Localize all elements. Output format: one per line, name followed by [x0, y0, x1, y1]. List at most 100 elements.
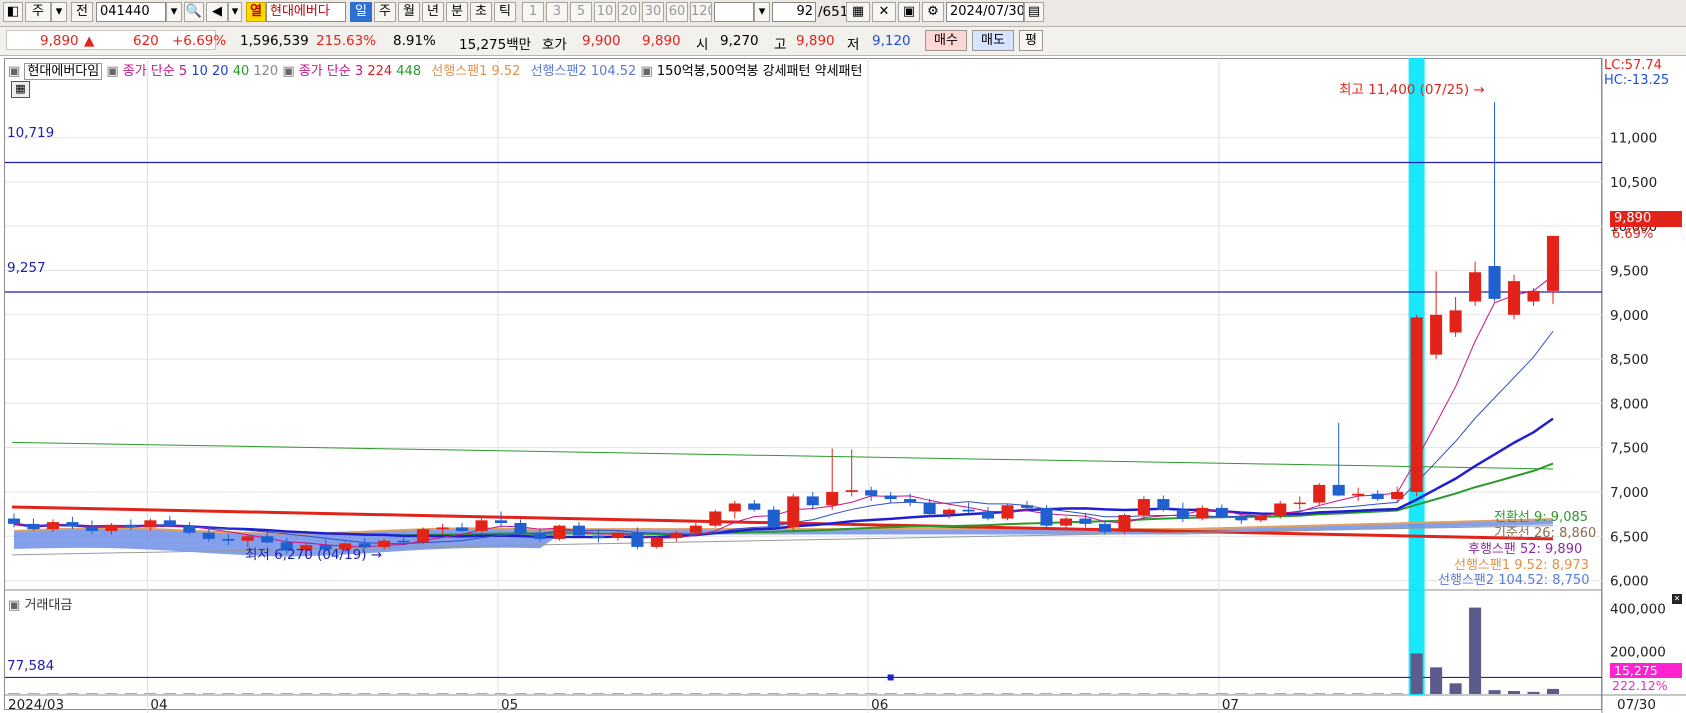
- layout-icon[interactable]: ◧: [3, 2, 23, 22]
- quote-bar: 9,890 ▲ 620 +6.69% 1,596,539 215.63% 8.9…: [0, 27, 1686, 56]
- buy-button[interactable]: 매수: [925, 30, 967, 51]
- legend-span1[interactable]: 선행스팬1 9.52: [431, 64, 520, 79]
- low-annotation: 최저 6,270 (04/19) →: [245, 547, 383, 563]
- last-pct-tag: 6.69%: [1612, 227, 1654, 242]
- stock-code-input[interactable]: 041440: [96, 2, 166, 22]
- interval-1[interactable]: 1: [522, 2, 544, 22]
- interval-3[interactable]: 3: [546, 2, 568, 22]
- price-change-pct: +6.69%: [172, 33, 227, 49]
- volume-tick-label: 400,000: [1610, 602, 1666, 618]
- high-price: 9,890: [796, 33, 835, 49]
- ichimoku-lead2: 선행스팬2 104.52: 8,750: [1438, 573, 1590, 588]
- change-arrow-icon: ▲: [84, 33, 95, 49]
- chart-frame: [4, 58, 1602, 710]
- market-label: 주: [32, 4, 44, 19]
- hot-badge[interactable]: 열: [246, 2, 266, 22]
- grid-table-icon[interactable]: ▦: [11, 81, 30, 98]
- code-dropdown-icon[interactable]: ▾: [166, 2, 182, 22]
- turnover-pct: 8.91%: [393, 33, 436, 49]
- y-tick-label: 11,000: [1610, 131, 1657, 147]
- stock-name-field: 현대에버다: [266, 2, 346, 22]
- legend-pattern[interactable]: 150억봉,500억봉 강세패턴 약세패턴: [657, 64, 863, 79]
- legend-ma1-120: 120: [253, 64, 279, 79]
- search-icon[interactable]: 🔍: [184, 2, 204, 22]
- legend-ma1-40: 40: [232, 64, 250, 79]
- period-tick[interactable]: 틱: [494, 2, 516, 22]
- period-year[interactable]: 년: [422, 2, 444, 22]
- legend-stock-name[interactable]: 현대에버다임: [24, 63, 103, 80]
- hc-label: HC:-13.25: [1604, 73, 1670, 88]
- interval-20[interactable]: 20: [618, 2, 640, 22]
- arrow-right-icon: →: [370, 547, 383, 563]
- sell-button[interactable]: 매도: [972, 30, 1014, 51]
- y-tick-label: 7,500: [1610, 441, 1649, 457]
- interval-60[interactable]: 60: [666, 2, 688, 22]
- low-price: 9,120: [872, 33, 911, 49]
- legend-ma1[interactable]: 종가 단순 5: [123, 64, 187, 79]
- save-icon[interactable]: ▣: [898, 2, 920, 22]
- legend-row: ▣ 현대에버다임 ▣ 종가 단순 5 10 20 40 120 ▣ 종가 단순 …: [8, 60, 863, 80]
- period-second[interactable]: 초: [470, 2, 492, 22]
- ask-label: 호가: [542, 37, 567, 53]
- level-line-label-high: 10,719: [7, 125, 55, 141]
- y-tick-label: 8,000: [1610, 396, 1649, 412]
- legend-ma2-224: 224: [367, 64, 393, 79]
- flat-button[interactable]: 평: [1019, 30, 1043, 51]
- interval-120[interactable]: 120: [690, 2, 712, 22]
- legend-square-icon: ▣: [8, 64, 21, 79]
- chart-toolbar: ◧ 주 ▾ 전 041440 ▾ 🔍 ◀ ▾ 열 현대에버다 일 주 월 년 분…: [0, 0, 1686, 27]
- level-line-label-mid: 9,257: [7, 260, 46, 276]
- count-total: /651: [818, 4, 849, 20]
- market-select[interactable]: 주: [25, 2, 51, 22]
- open-price: 9,270: [720, 33, 759, 49]
- lc-label: LC:57.74: [1604, 58, 1662, 73]
- arrow-right-icon: →: [1473, 82, 1485, 98]
- legend-square-icon: ▣: [106, 64, 119, 79]
- period-day[interactable]: 일: [350, 2, 372, 22]
- last-price-tag: 9,890: [1610, 211, 1682, 227]
- prefix-button[interactable]: 전: [71, 2, 93, 22]
- panel-close-icon[interactable]: ✕: [1672, 594, 1682, 604]
- interval-10[interactable]: 10: [594, 2, 616, 22]
- legend-ma2[interactable]: 종가 단순 3: [299, 64, 363, 79]
- period-week[interactable]: 주: [374, 2, 396, 22]
- speaker-icon[interactable]: ◀: [206, 2, 228, 22]
- legend-span2[interactable]: 선행스팬2 104.52: [531, 64, 637, 79]
- trade-value: 15,275백만: [459, 37, 532, 53]
- ask-price: 9,900: [582, 33, 621, 49]
- settings-icon[interactable]: ⚙: [922, 2, 944, 22]
- candle-style-icon[interactable]: ▦: [846, 2, 870, 22]
- y-tick-label: 6,500: [1610, 529, 1649, 545]
- open-label: 시: [696, 37, 709, 53]
- bid-price: 9,890: [642, 33, 681, 49]
- y-tick-label: 9,000: [1610, 308, 1649, 324]
- date-input[interactable]: 2024/07/30: [946, 2, 1024, 22]
- interval-30[interactable]: 30: [642, 2, 664, 22]
- y-tick-label: 9,500: [1610, 263, 1649, 279]
- legend-ma2-448: 448: [396, 64, 422, 79]
- high-label: 고: [774, 37, 787, 53]
- volume-value: 1,596,539: [240, 33, 309, 49]
- volume-ratio: 215.63%: [316, 33, 377, 49]
- y-tick-label: 10,500: [1610, 175, 1657, 191]
- legend-square-icon: ▣: [640, 64, 653, 79]
- legend-ma1-10: 10: [191, 64, 208, 79]
- tools-icon[interactable]: ✕: [872, 2, 896, 22]
- calendar-icon[interactable]: ▤: [1024, 2, 1044, 22]
- speaker-dropdown-icon[interactable]: ▾: [228, 2, 242, 22]
- period-month[interactable]: 월: [398, 2, 420, 22]
- legend-square-icon: ▣: [8, 598, 21, 613]
- interval-dropdown-icon[interactable]: ▾: [754, 2, 770, 22]
- volume-last-tag: 15,275: [1610, 663, 1682, 678]
- y-tick-label: 7,000: [1610, 485, 1649, 501]
- y-tick-label: 6,000: [1610, 574, 1649, 590]
- period-minute[interactable]: 분: [446, 2, 468, 22]
- legend-ma1-20: 20: [212, 64, 229, 79]
- market-dropdown-icon[interactable]: ▾: [51, 2, 67, 22]
- current-price: 9,890: [40, 33, 79, 49]
- volume-level-label: 77,584: [7, 658, 55, 674]
- count-input[interactable]: 92: [772, 2, 816, 22]
- interval-custom-input[interactable]: [714, 2, 754, 22]
- volume-tick-label: 200,000: [1610, 644, 1666, 660]
- interval-5[interactable]: 5: [570, 2, 592, 22]
